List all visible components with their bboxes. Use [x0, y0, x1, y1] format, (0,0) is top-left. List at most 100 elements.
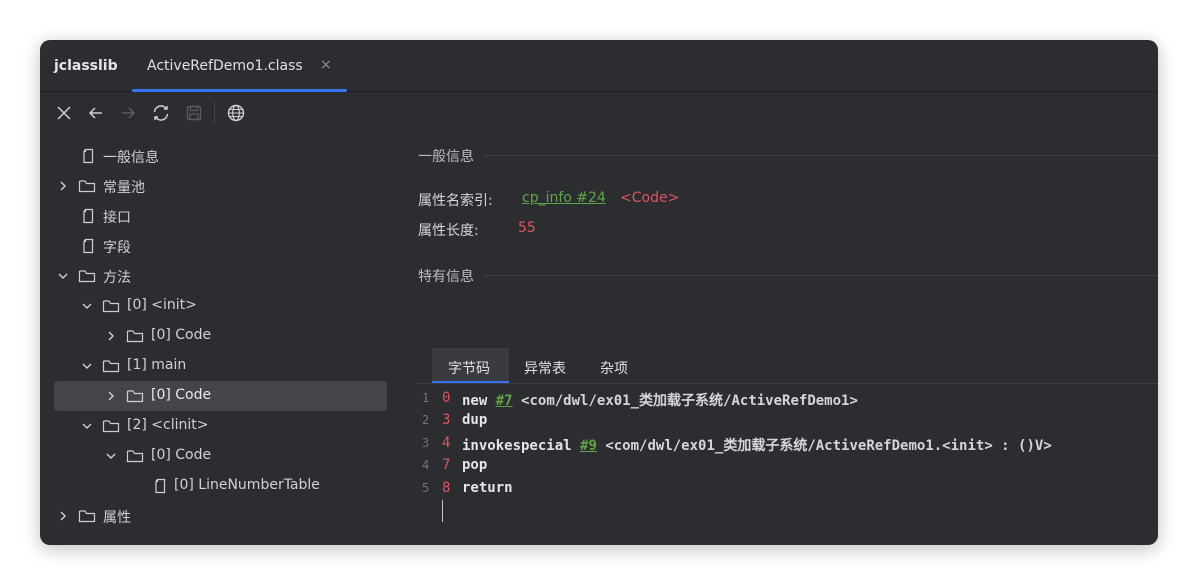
tree-item-method-main[interactable]: [1] main	[54, 351, 387, 381]
tab-bytecode[interactable]: 字节码	[432, 348, 509, 384]
name-index-label: 属性名索引:	[418, 193, 493, 209]
instruction-offset: 8	[442, 480, 451, 496]
line-number: 2	[422, 413, 430, 427]
operand-text: <com/dwl/ex01_类加载子系统/ActiveRefDemo1.<ini…	[605, 438, 1052, 454]
section-divider	[484, 275, 1158, 276]
tree-item-label: [1] main	[127, 357, 187, 373]
general-info-heading: 一般信息	[418, 149, 474, 165]
text-caret	[442, 500, 443, 522]
tree-item-main-code[interactable]: [0] Code	[54, 381, 387, 411]
attribute-length-value: 55	[518, 220, 536, 236]
app-title: jclasslib	[54, 58, 118, 74]
section-divider	[484, 155, 1158, 156]
tree-item-label: [0] Code	[151, 447, 212, 463]
tree-item-label: 一般信息	[103, 150, 159, 166]
app-window: jclasslib ActiveRefDemo1.class × 一般信息 常量…	[40, 40, 1158, 545]
chevron-down-icon[interactable]	[80, 419, 94, 433]
tree-item-fields[interactable]: 字段	[54, 231, 387, 261]
line-number: 5	[422, 481, 430, 495]
folder-icon	[126, 330, 144, 343]
chevron-down-icon[interactable]	[80, 359, 94, 373]
tab-exception-table[interactable]: 异常表	[509, 348, 586, 384]
refresh-icon[interactable]	[149, 101, 173, 125]
code-line: 4 7 pop	[418, 455, 1158, 477]
chevron-right-icon[interactable]	[56, 509, 70, 523]
instruction-offset: 0	[442, 390, 451, 406]
folder-icon	[78, 510, 96, 523]
name-index-link[interactable]: cp_info #24	[522, 190, 606, 206]
chevron-down-icon[interactable]	[80, 299, 94, 313]
code-line: 1 0 new #7 <com/dwl/ex01_类加载子系统/ActiveRe…	[418, 388, 1158, 410]
chevron-right-icon[interactable]	[104, 329, 118, 343]
back-icon[interactable]	[84, 101, 108, 125]
folder-icon	[126, 450, 144, 463]
tab-misc[interactable]: 杂项	[586, 348, 646, 384]
folder-icon	[102, 300, 120, 313]
folder-icon	[126, 390, 144, 403]
chevron-right-icon[interactable]	[104, 389, 118, 403]
tree-item-methods[interactable]: 方法	[54, 261, 387, 291]
code-line: 3 4 invokespecial #9 <com/dwl/ex01_类加载子系…	[418, 433, 1158, 455]
tree-item-general-info[interactable]: 一般信息	[54, 141, 387, 171]
code-line: 5 8 return	[418, 478, 1158, 500]
tree-item-line-number-table[interactable]: [0] LineNumberTable	[54, 471, 387, 501]
tree-item-label: 字段	[103, 240, 131, 256]
file-icon	[83, 238, 94, 254]
tree-item-label: [0] <init>	[127, 297, 197, 313]
instruction-offset: 7	[442, 457, 451, 473]
file-icon	[155, 478, 166, 494]
title-bar: jclasslib ActiveRefDemo1.class ×	[40, 40, 1158, 92]
file-icon	[83, 148, 94, 164]
tree-item-label: 方法	[103, 270, 131, 286]
toolbar-separator	[214, 102, 215, 124]
globe-icon[interactable]	[224, 101, 248, 125]
tree-item-interfaces[interactable]: 接口	[54, 201, 387, 231]
tree-item-attributes[interactable]: 属性	[54, 501, 387, 531]
tree-item-label: [2] <clinit>	[127, 417, 209, 433]
line-number: 4	[422, 458, 430, 472]
subtab-divider	[418, 383, 1158, 384]
instruction: invokespecial #9 <com/dwl/ex01_类加载子系统/Ac…	[462, 435, 1052, 455]
folder-icon	[78, 270, 96, 283]
tab-label: 杂项	[600, 361, 628, 377]
tree-item-label: [0] Code	[151, 387, 212, 403]
folder-icon	[102, 420, 120, 433]
tree-item-label: [0] Code	[151, 327, 212, 343]
tree-item-constant-pool[interactable]: 常量池	[54, 171, 387, 201]
code-line: 2 3 dup	[418, 410, 1158, 432]
chevron-down-icon[interactable]	[56, 269, 70, 283]
chevron-down-icon[interactable]	[104, 449, 118, 463]
folder-icon	[102, 360, 120, 373]
constant-ref-link[interactable]: #7	[496, 393, 513, 409]
attribute-length-label: 属性长度:	[418, 223, 479, 239]
tree-item-method-clinit[interactable]: [2] <clinit>	[54, 411, 387, 441]
tree-item-clinit-code[interactable]: [0] Code	[54, 441, 387, 471]
tab-activerefdemo1[interactable]: ActiveRefDemo1.class ×	[132, 40, 347, 92]
tree-item-init-code[interactable]: [0] Code	[54, 321, 387, 351]
name-index-value: <Code>	[620, 190, 680, 206]
folder-icon	[78, 180, 96, 193]
tree-item-label: [0] LineNumberTable	[174, 477, 320, 493]
file-icon	[83, 208, 94, 224]
constant-ref-link[interactable]: #9	[580, 438, 597, 454]
tab-label: 异常表	[524, 361, 566, 377]
tree-item-label: 属性	[103, 510, 131, 526]
close-tab-icon[interactable]: ×	[320, 57, 332, 73]
save-icon[interactable]	[182, 101, 206, 125]
instruction-offset: 3	[442, 412, 451, 428]
tree-item-method-init[interactable]: [0] <init>	[54, 291, 387, 321]
opcode: invokespecial	[462, 438, 572, 454]
forward-icon[interactable]	[116, 101, 140, 125]
chevron-right-icon[interactable]	[56, 179, 70, 193]
tree-item-label: 接口	[103, 210, 131, 226]
line-number: 1	[422, 391, 430, 405]
close-icon[interactable]	[52, 101, 76, 125]
detail-pane: 一般信息 属性名索引: cp_info #24 <Code> 属性长度: 55 …	[418, 140, 1158, 545]
instruction-offset: 4	[442, 435, 451, 451]
instruction: new #7 <com/dwl/ex01_类加载子系统/ActiveRefDem…	[462, 390, 858, 410]
opcode: pop	[462, 457, 488, 473]
tab-label[interactable]: ActiveRefDemo1.class	[147, 58, 303, 74]
tree-item-label: 常量池	[103, 180, 145, 196]
opcode: new	[462, 393, 488, 409]
operand-text: <com/dwl/ex01_类加载子系统/ActiveRefDemo1>	[521, 393, 858, 409]
